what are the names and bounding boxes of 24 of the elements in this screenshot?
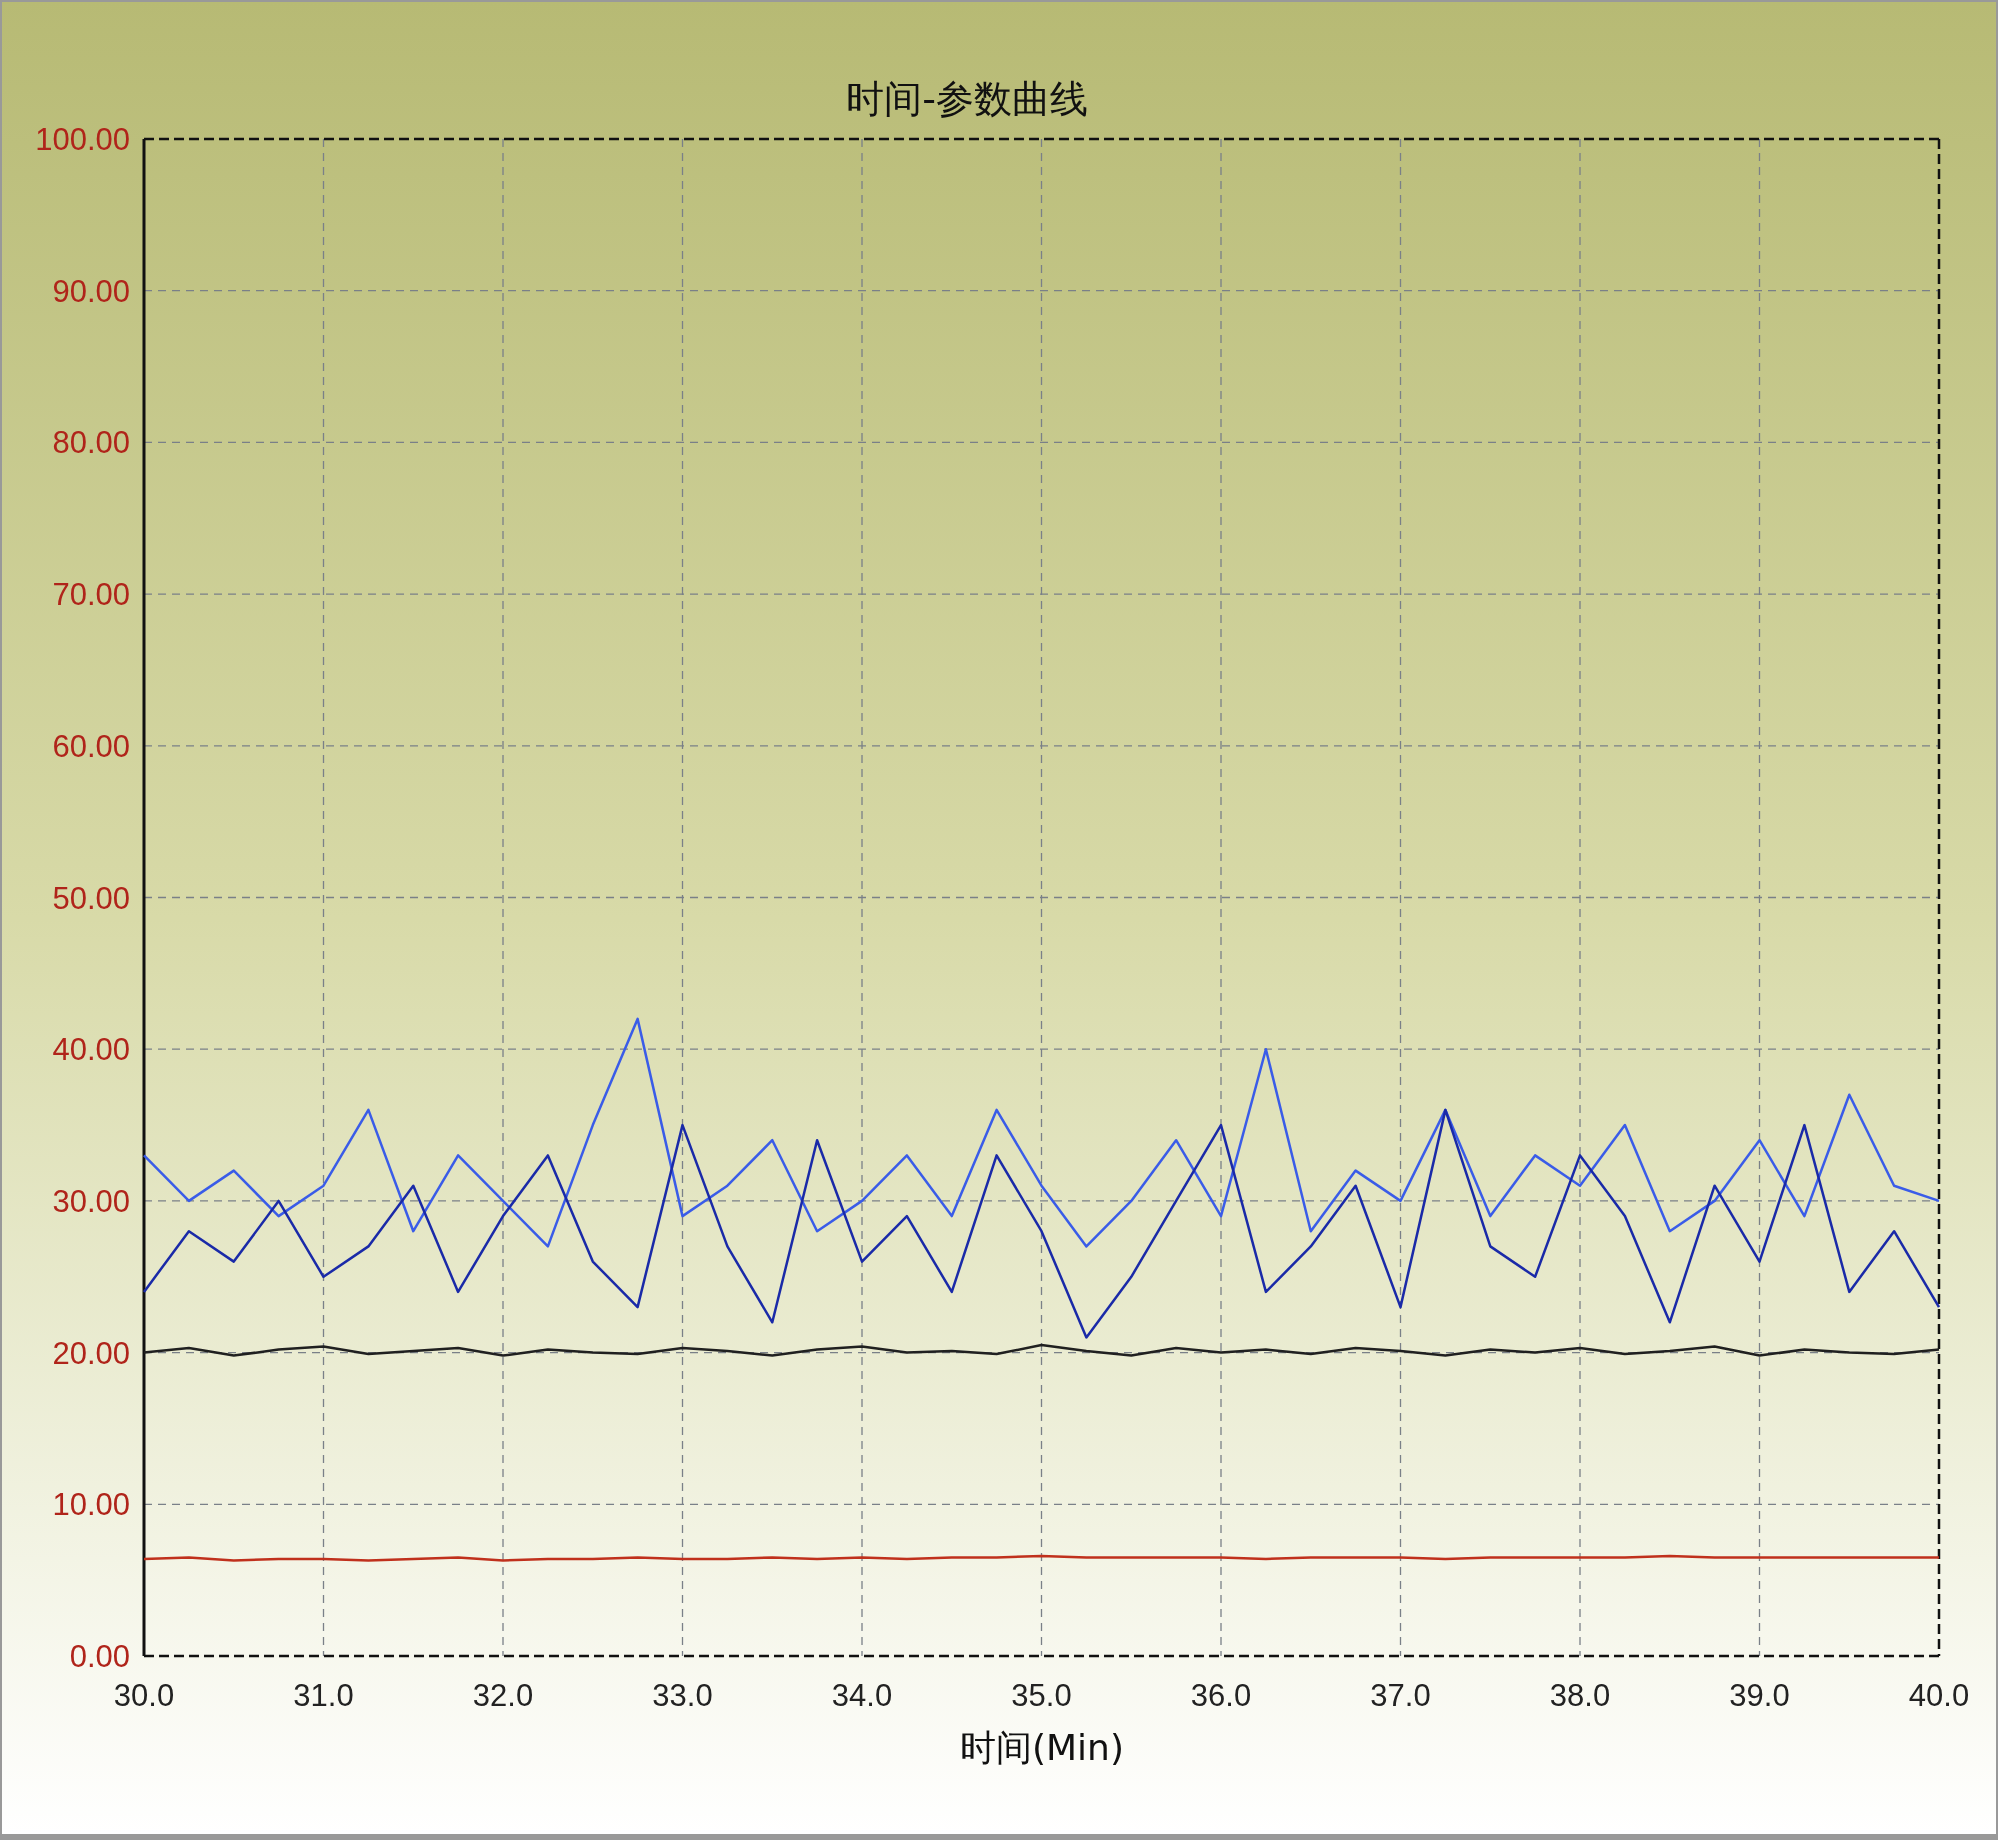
x-tick-label: 33.0 xyxy=(652,1678,713,1713)
x-tick-label: 32.0 xyxy=(472,1678,534,1713)
x-tick-label: 34.0 xyxy=(831,1678,893,1713)
y-tick-label: 0.00 xyxy=(69,1639,130,1674)
y-tick-label: 30.00 xyxy=(52,1183,130,1219)
y-tick-label: 10.00 xyxy=(52,1487,130,1523)
y-tick-label: 80.00 xyxy=(52,425,130,461)
y-tick-label: 100.00 xyxy=(35,122,130,157)
x-tick-label: 31.0 xyxy=(293,1678,354,1713)
y-tick-label: 70.00 xyxy=(52,577,130,613)
y-tick-label: 60.00 xyxy=(52,728,130,764)
x-tick-label: 37.0 xyxy=(1370,1678,1431,1713)
x-tick-label: 35.0 xyxy=(1011,1678,1072,1713)
x-tick-label: 36.0 xyxy=(1190,1678,1252,1713)
x-tick-label: 30.0 xyxy=(113,1678,175,1713)
x-tick-label: 39.0 xyxy=(1729,1678,1790,1713)
y-tick-label: 50.00 xyxy=(52,880,130,916)
chart-title: 时间-参数曲线 xyxy=(846,77,1088,121)
x-axis-title: 时间(Min) xyxy=(960,1727,1124,1768)
y-tick-label: 40.00 xyxy=(52,1032,130,1068)
y-tick-label: 20.00 xyxy=(52,1335,130,1371)
x-tick-label: 38.0 xyxy=(1549,1678,1611,1713)
y-tick-label: 90.00 xyxy=(52,273,130,309)
x-tick-label: 40.0 xyxy=(1908,1678,1970,1713)
